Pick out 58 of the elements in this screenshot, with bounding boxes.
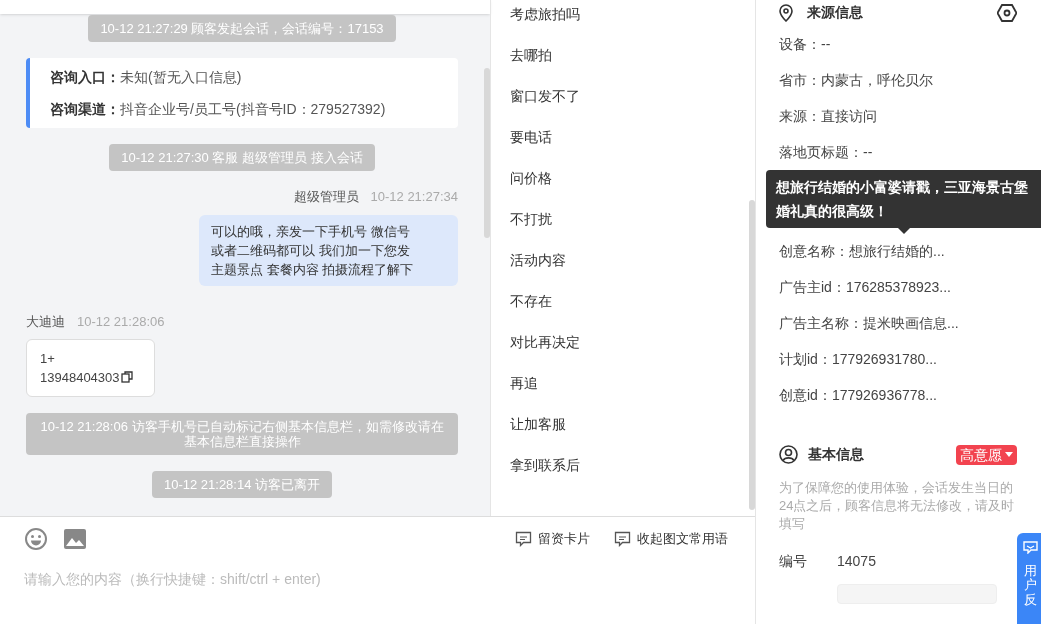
section-title: 基本信息	[808, 445, 864, 464]
quick-reply-item[interactable]: 拿到联系后	[510, 456, 580, 474]
quick-reply-item[interactable]: 活动内容	[510, 251, 566, 269]
source-field: 创意id：177926936778...	[779, 386, 1017, 404]
tool-link[interactable]: 收起图文常用语	[637, 529, 728, 549]
quick-reply-item[interactable]: 不打扰	[510, 210, 552, 228]
info-label: 咨询入口：	[50, 68, 120, 86]
message-text: 1+ 13948404303	[40, 350, 120, 387]
message-icon	[515, 531, 532, 547]
source-field: 设备：--	[779, 35, 1017, 53]
location-pin-icon	[779, 3, 793, 22]
quick-reply-item[interactable]: 要电话	[510, 128, 552, 146]
user-icon	[779, 445, 798, 464]
feedback-button[interactable]: 用户反	[1017, 533, 1041, 624]
source-field: 来源：直接访问	[779, 107, 1017, 125]
message-icon	[614, 531, 631, 547]
message-icon	[1022, 541, 1038, 554]
message-line: 或者二维码都可以 我们加一下您发	[211, 241, 411, 260]
quick-reply-item[interactable]: 不存在	[510, 292, 552, 310]
source-field: 创意名称：想旅行结婚的...	[779, 242, 1017, 260]
quick-reply-item[interactable]: 对比再决定	[510, 333, 580, 351]
message-time: 10-12 21:28:06	[77, 312, 165, 331]
settings-icon[interactable]	[997, 3, 1017, 22]
caret-icon	[1005, 452, 1013, 457]
message-time: 10-12 21:27:34	[370, 188, 458, 206]
source-field: 广告主id：176285378923...	[779, 278, 1017, 296]
scrollbar[interactable]	[484, 68, 490, 238]
message-line: 可以的哦，亲发一下手机号 微信号	[211, 222, 411, 241]
quick-reply-item[interactable]: 窗口发不了	[510, 87, 580, 105]
tooltip: 想旅行结婚的小富婆请戳，三亚海景古堡婚礼真的很高级！	[766, 170, 1041, 234]
source-field: 落地页标题：--	[779, 143, 1017, 161]
quick-reply-item[interactable]: 让加客服	[510, 415, 566, 433]
field-label: 编号	[779, 552, 808, 571]
message-line: 主题景点 套餐内容 拍摄流程了解下	[211, 260, 415, 279]
quick-reply-item[interactable]: 问价格	[510, 169, 552, 187]
quick-reply-item[interactable]: 再追	[510, 374, 538, 392]
field-value: 14075	[837, 552, 876, 571]
intent-dropdown[interactable]: 高意愿	[956, 444, 1017, 465]
source-field: 计划id：177926931780...	[779, 350, 1017, 368]
tool-link[interactable]: 留资卡片	[538, 529, 590, 549]
info-label: 咨询渠道：	[50, 100, 120, 118]
sender-name: 大迪迪	[26, 312, 65, 331]
info-value: 抖音企业号/员工号(抖音号ID：279527392)	[120, 100, 386, 118]
image-icon[interactable]	[64, 529, 86, 549]
tooltip-pointer-icon	[897, 228, 910, 234]
emoji-icon[interactable]	[24, 527, 48, 551]
notice-text: 为了保障您的使用体验，会话发生当日的24点之后，顾客信息将无法修改，请及时填写	[779, 479, 1015, 533]
quick-reply-item[interactable]: 考虑旅拍吗	[510, 5, 580, 23]
info-value: 未知(暂无入口信息)	[120, 68, 242, 86]
message-input[interactable]: 请输入您的内容（换行快捷键：shift/ctrl + enter)	[24, 569, 731, 590]
scrollbar[interactable]	[749, 200, 755, 510]
sender-name: 超级管理员	[293, 188, 359, 206]
section-title: 来源信息	[807, 3, 863, 22]
source-field: 省市：内蒙古，呼伦贝尔	[779, 71, 1017, 89]
source-field: 广告主名称：提米映画信息...	[779, 314, 1017, 332]
copy-icon[interactable]	[120, 371, 133, 383]
feedback-label: 用户反	[1023, 564, 1037, 607]
quick-reply-item[interactable]: 去哪拍	[510, 46, 552, 64]
